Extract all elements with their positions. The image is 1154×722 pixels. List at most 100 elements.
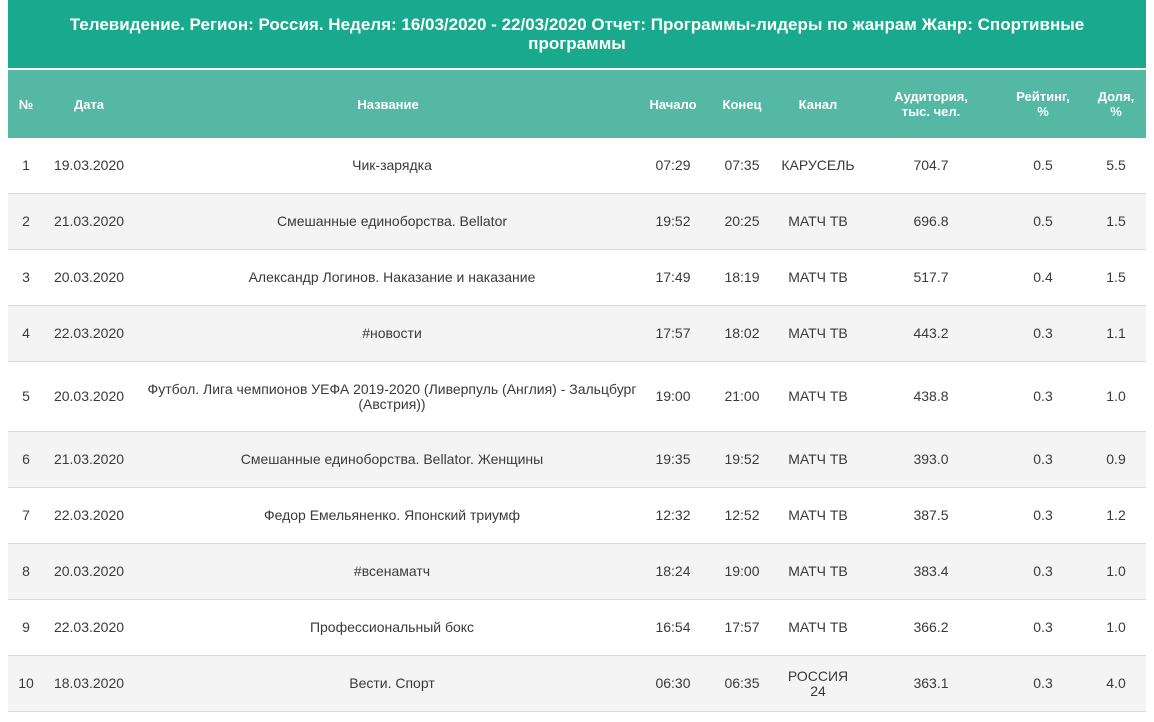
cell-name: Смешанные единоборства. Bellator [276,213,508,229]
cell-end: 18:02 [724,325,760,341]
table-body: 1 19.03.2020 Чик-зарядка 07:29 07:35 КАРУСЕЛЬ… [8,138,1146,712]
cell-channel: МАТЧ ТВ [788,325,848,341]
cell-rating: 0.3 [1033,619,1053,635]
cell-num: 9 [22,619,30,635]
cell-rating: 0.3 [1033,451,1053,467]
cell-share: 1.2 [1106,507,1126,523]
cell-date: 21.03.2020 [53,451,125,467]
cell-start: 07:29 [655,157,691,173]
cell-name: #новости [362,325,422,341]
cell-num: 3 [22,269,30,285]
cell-name: Вести. Спорт [349,675,435,691]
cell-channel: МАТЧ ТВ [788,451,848,467]
header-share[interactable]: Доля, % [1084,70,1148,138]
cell-name: Федор Емельяненко. Японский триумф [263,507,521,523]
cell-channel: МАТЧ ТВ [788,269,848,285]
cell-audience: 363.1 [913,675,949,691]
cell-rating: 0.3 [1033,325,1053,341]
cell-num: 2 [22,213,30,229]
header-date[interactable]: Дата [44,70,134,138]
cell-share: 1.0 [1106,563,1126,579]
cell-date: 20.03.2020 [53,269,125,285]
table-row[interactable]: 3 20.03.2020 Александр Логинов. Наказание … [8,250,1146,306]
cell-share: 1.1 [1106,325,1126,341]
cell-channel: МАТЧ ТВ [788,213,848,229]
cell-audience: 366.2 [913,619,949,635]
cell-end: 19:00 [724,563,760,579]
table-row[interactable]: 4 22.03.2020 #новости 17:57 18:02 МАТЧ ТВ 443.… [8,306,1146,362]
cell-audience: 696.8 [913,213,949,229]
header-audience[interactable]: Аудитория, тыс. чел. [870,70,992,138]
cell-start: 17:57 [655,325,691,341]
cell-channel: МАТЧ ТВ [788,388,848,404]
cell-channel: МАТЧ ТВ [788,507,848,523]
cell-start: 19:35 [655,451,691,467]
cell-start: 16:54 [655,619,691,635]
report-title: Телевидение. Регион: Россия. Неделя: 16/… [8,0,1146,68]
cell-date: 20.03.2020 [53,563,125,579]
cell-name: Чик-зарядка [352,157,432,173]
cell-num: 4 [22,325,30,341]
cell-end: 21:00 [724,388,760,404]
cell-audience: 443.2 [913,325,949,341]
cell-share: 4.0 [1106,675,1126,691]
table-row[interactable]: 2 21.03.2020 Смешанные единоборства. Bella… [8,194,1146,250]
cell-share: 0.9 [1106,451,1126,467]
table-header: № Дата Название Начало Конец Канал Аудит… [8,70,1146,138]
header-start[interactable]: Начало [644,70,702,138]
cell-start: 19:52 [655,213,691,229]
header-end[interactable]: Конец [710,70,774,138]
cell-date: 22.03.2020 [53,507,125,523]
cell-name: Александр Логинов. Наказание и наказание [248,269,536,285]
cell-end: 18:19 [724,269,760,285]
cell-end: 17:57 [724,619,760,635]
cell-start: 18:24 [655,563,691,579]
cell-name: Смешанные единоборства. Bellator. Женщин… [240,451,544,467]
cell-start: 19:00 [655,388,691,404]
cell-date: 22.03.2020 [53,325,125,341]
cell-start: 12:32 [655,507,691,523]
cell-num: 7 [22,507,30,523]
cell-share: 1.0 [1106,619,1126,635]
cell-rating: 0.4 [1033,269,1053,285]
header-rating[interactable]: Рейтинг, % [998,70,1088,138]
table-row[interactable]: 10 18.03.2020 Вести. Спорт 06:30 06:35 РОССИЯ… [8,656,1146,712]
table-row[interactable]: 1 19.03.2020 Чик-зарядка 07:29 07:35 КАРУСЕЛЬ… [8,138,1146,194]
cell-num: 10 [18,675,34,691]
cell-num: 5 [22,388,30,404]
cell-name: #всенаматч [353,563,431,579]
cell-share: 1.5 [1106,213,1126,229]
cell-start: 17:49 [655,269,691,285]
cell-audience: 517.7 [913,269,949,285]
table-row[interactable]: 8 20.03.2020 #всенаматч 18:24 19:00 МАТЧ ТВ 38… [8,544,1146,600]
cell-name: Футбол. Лига чемпионов УЕФА 2019-2020 (Л… [147,380,637,412]
table-row[interactable]: 9 22.03.2020 Профессиональный бокс 16:54 17:… [8,600,1146,656]
cell-end: 12:52 [724,507,760,523]
cell-channel: КАРУСЕЛЬ [781,157,855,173]
cell-end: 07:35 [724,157,760,173]
cell-end: 06:35 [724,675,760,691]
header-channel[interactable]: Канал [778,70,858,138]
cell-num: 1 [22,157,30,173]
cell-date: 20.03.2020 [53,388,125,404]
cell-audience: 387.5 [913,507,949,523]
cell-channel: РОССИЯ 24 [787,667,849,699]
header-name[interactable]: Название [138,70,638,138]
table-row[interactable]: 5 20.03.2020 Футбол. Лига чемпионов УЕФА 2… [8,362,1146,432]
cell-end: 20:25 [724,213,760,229]
cell-date: 19.03.2020 [53,157,125,173]
cell-num: 6 [22,451,30,467]
header-num[interactable]: № [8,70,44,138]
report-title-text: Телевидение. Регион: Россия. Неделя: 16/… [69,15,1085,53]
table-row[interactable]: 7 22.03.2020 Федор Емельяненко. Японский т… [8,488,1146,544]
cell-date: 21.03.2020 [53,213,125,229]
cell-name: Профессиональный бокс [309,619,475,635]
cell-audience: 383.4 [913,563,949,579]
cell-channel: МАТЧ ТВ [788,619,848,635]
cell-audience: 393.0 [913,451,949,467]
cell-share: 1.0 [1106,388,1126,404]
cell-audience: 438.8 [913,388,949,404]
cell-channel: МАТЧ ТВ [788,563,848,579]
cell-date: 18.03.2020 [53,675,125,691]
table-row[interactable]: 6 21.03.2020 Смешанные единоборства. Bella… [8,432,1146,488]
